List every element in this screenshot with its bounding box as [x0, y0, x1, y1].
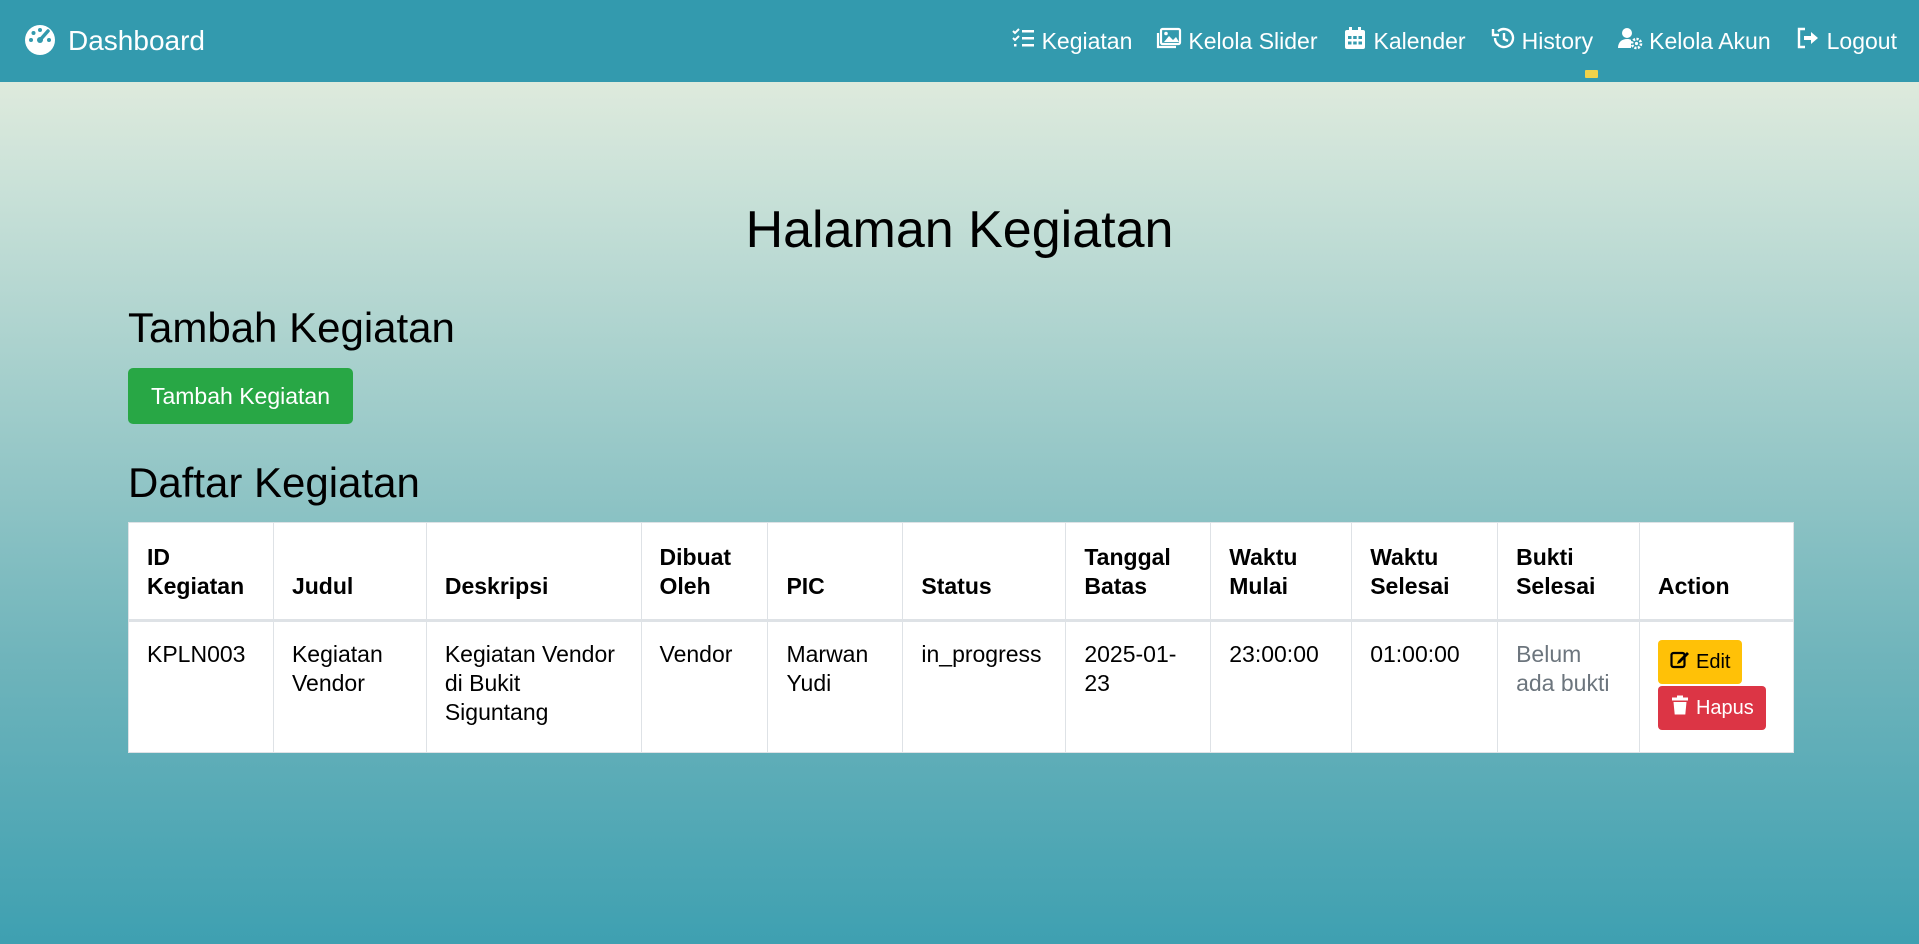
cell-judul: Kegiatan Vendor	[272, 620, 427, 753]
brand-label: Dashboard	[68, 25, 205, 56]
cell-tanggal-batas: 2025-01-23	[1065, 620, 1212, 753]
cell-pic: Marwan Yudi	[767, 620, 904, 753]
nav-item-history[interactable]: History	[1490, 25, 1594, 57]
column-header: Action	[1638, 522, 1795, 622]
nav-item-label: History	[1521, 27, 1594, 54]
nav-item-logout[interactable]: Logout	[1795, 25, 1897, 57]
nav-item-kegiatan[interactable]: Kegiatan	[1010, 25, 1133, 57]
cell-status: in_progress	[902, 620, 1067, 753]
cell-waktu-mulai: 23:00:00	[1210, 620, 1353, 753]
cell-bukti-selesai: Belum ada bukti	[1497, 620, 1640, 753]
cell-action: Edit Hapus	[1638, 620, 1795, 753]
column-header: ID Kegiatan	[128, 522, 274, 622]
table-row: KPLN003 Kegiatan Vendor Kegiatan Vendor …	[128, 620, 1795, 753]
nav-item-kelola-slider[interactable]: Kelola Slider	[1156, 25, 1318, 57]
gauge-icon	[22, 20, 58, 63]
column-header: PIC	[767, 522, 904, 622]
cell-dibuat-oleh: Vendor	[640, 620, 769, 753]
column-header: Deskripsi	[425, 522, 642, 622]
edit-label: Edit	[1695, 650, 1731, 673]
nav-item-label: Kelola Akun	[1649, 27, 1771, 54]
add-kegiatan-button[interactable]: Tambah Kegiatan	[128, 368, 353, 424]
kegiatan-table: ID Kegiatan Judul Deskripsi Dibuat Oleh …	[128, 522, 1795, 753]
cell-id: KPLN003	[128, 620, 274, 753]
brand-dashboard-link[interactable]: Dashboard	[22, 20, 205, 63]
nav-item-kelola-akun[interactable]: Kelola Akun	[1617, 25, 1771, 57]
nav-item-kalender[interactable]: Kalender	[1342, 25, 1466, 57]
add-section-heading: Tambah Kegiatan	[128, 304, 455, 351]
column-header: Status	[902, 522, 1067, 622]
nav-links: Kegiatan Kelola Slider Kalender History …	[1010, 25, 1897, 57]
column-header: Waktu Selesai	[1351, 522, 1499, 622]
trash-icon	[1670, 695, 1690, 721]
column-header: Judul	[272, 522, 427, 622]
list-section-heading: Daftar Kegiatan	[128, 459, 420, 506]
cell-waktu-selesai: 01:00:00	[1351, 620, 1499, 753]
images-icon	[1156, 25, 1182, 57]
page-title: Halaman Kegiatan	[745, 201, 1174, 259]
column-header: Waktu Mulai	[1210, 522, 1353, 622]
top-navbar: Dashboard Kegiatan Kelola Slider Kalende…	[0, 0, 1919, 82]
logout-icon	[1795, 25, 1821, 57]
nav-item-label: Kegiatan	[1041, 27, 1133, 54]
list-check-icon	[1010, 25, 1036, 57]
user-gear-icon	[1617, 25, 1643, 57]
column-header: Bukti Selesai	[1497, 522, 1640, 622]
delete-label: Hapus	[1695, 696, 1754, 719]
edit-icon	[1670, 649, 1690, 675]
nav-item-label: Kelola Slider	[1188, 27, 1318, 54]
cell-deskripsi: Kegiatan Vendor di Bukit Siguntang	[425, 620, 642, 753]
column-header: Dibuat Oleh	[640, 522, 769, 622]
column-header: Tanggal Batas	[1065, 522, 1212, 622]
table-header-row: ID Kegiatan Judul Deskripsi Dibuat Oleh …	[128, 522, 1795, 622]
calendar-icon	[1342, 25, 1368, 57]
envelope-icon	[1585, 70, 1598, 78]
history-icon	[1490, 25, 1516, 57]
nav-item-label: Logout	[1826, 27, 1897, 54]
delete-button[interactable]: Hapus	[1657, 686, 1766, 730]
edit-button[interactable]: Edit	[1657, 640, 1743, 684]
nav-item-label: Kalender	[1373, 27, 1466, 54]
